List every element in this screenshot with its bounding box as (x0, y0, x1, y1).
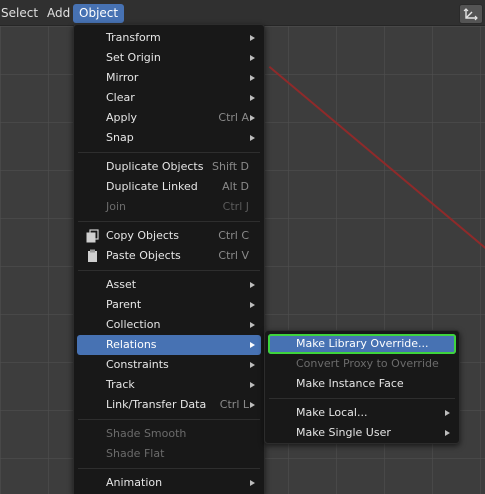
menu-separator (78, 270, 260, 271)
menu-item-convert-proxy-to-override: Convert Proxy to Override (268, 354, 456, 374)
menu-item-shortcut: Ctrl J (222, 200, 249, 213)
menu-item-label: Clear (106, 91, 135, 104)
submenu-arrow-icon (250, 135, 255, 141)
menu-item-make-library-override[interactable]: Make Library Override... (268, 334, 456, 354)
menu-item-duplicate-linked[interactable]: Duplicate Linked Alt D (77, 177, 261, 197)
menu-item-asset[interactable]: Asset (77, 275, 261, 295)
relations-submenu: Make Library Override... Convert Proxy t… (264, 330, 460, 444)
menu-item-label: Asset (106, 278, 137, 291)
submenu-arrow-icon (250, 95, 255, 101)
menu-separator (269, 398, 455, 399)
menu-item-relations[interactable]: Relations (77, 335, 261, 355)
object-menu[interactable]: Object (73, 4, 125, 23)
menu-item-label: Shade Flat (106, 447, 165, 460)
submenu-arrow-icon (250, 480, 255, 486)
select-menu[interactable]: Select (0, 4, 43, 23)
menu-separator (78, 419, 260, 420)
axes-gizmo-icon (463, 8, 478, 21)
menu-item-label: Make Local... (296, 406, 368, 419)
menu-item-label: Set Origin (106, 51, 161, 64)
paste-icon (88, 249, 97, 262)
menu-item-label: Make Library Override... (296, 337, 429, 350)
menu-item-label: Make Single User (296, 426, 391, 439)
menu-item-apply[interactable]: Apply Ctrl A (77, 108, 261, 128)
menu-item-shortcut: Alt D (222, 180, 249, 193)
menu-item-label: Animation (106, 476, 163, 489)
menu-item-track[interactable]: Track (77, 375, 261, 395)
menu-item-mirror[interactable]: Mirror (77, 68, 261, 88)
menu-item-label: Mirror (106, 71, 139, 84)
menu-separator (78, 468, 260, 469)
submenu-arrow-icon (445, 410, 450, 416)
viewport-header: Select Add Object (0, 0, 485, 26)
menu-item-label: Snap (106, 131, 134, 144)
submenu-arrow-icon (250, 402, 255, 408)
submenu-arrow-icon (250, 362, 255, 368)
menu-item-link-transfer-data[interactable]: Link/Transfer Data Ctrl L (77, 395, 261, 415)
menu-item-make-local[interactable]: Make Local... (268, 403, 456, 423)
menu-item-label: Shade Smooth (106, 427, 187, 440)
menu-separator (78, 221, 260, 222)
x-axis-line (268, 66, 485, 325)
menu-item-label: Duplicate Objects (106, 160, 204, 173)
menu-item-clear[interactable]: Clear (77, 88, 261, 108)
menu-item-shortcut: Ctrl A (218, 111, 249, 124)
menu-item-shade-smooth: Shade Smooth (77, 424, 261, 444)
menu-item-label: Relations (106, 338, 157, 351)
menu-item-label: Apply (106, 111, 138, 124)
menu-item-join: Join Ctrl J (77, 197, 261, 217)
menu-item-snap[interactable]: Snap (77, 128, 261, 148)
menu-item-label: Constraints (106, 358, 169, 371)
submenu-arrow-icon (250, 35, 255, 41)
menu-item-copy-objects[interactable]: Copy Objects Ctrl C (77, 226, 261, 246)
menu-item-label: Link/Transfer Data (106, 398, 207, 411)
menu-item-collection[interactable]: Collection (77, 315, 261, 335)
menu-item-constraints[interactable]: Constraints (77, 355, 261, 375)
menu-item-transform[interactable]: Transform (77, 28, 261, 48)
menu-item-label: Join (106, 200, 127, 213)
submenu-arrow-icon (445, 430, 450, 436)
menu-item-make-single-user[interactable]: Make Single User (268, 423, 456, 443)
menu-item-label: Copy Objects (106, 229, 179, 242)
menu-item-make-instance-face[interactable]: Make Instance Face (268, 374, 456, 394)
menu-item-shortcut: Ctrl C (218, 229, 249, 242)
object-dropdown-menu: Transform Set Origin Mirror Clear Apply … (73, 24, 265, 494)
menu-item-set-origin[interactable]: Set Origin (77, 48, 261, 68)
menu-separator (78, 152, 260, 153)
menu-item-label: Paste Objects (106, 249, 181, 262)
menu-item-label: Collection (106, 318, 161, 331)
menu-item-duplicate-objects[interactable]: Duplicate Objects Shift D (77, 157, 261, 177)
submenu-arrow-icon (250, 282, 255, 288)
menu-item-shade-flat: Shade Flat (77, 444, 261, 464)
menu-item-label: Duplicate Linked (106, 180, 198, 193)
submenu-arrow-icon (250, 302, 255, 308)
submenu-arrow-icon (250, 55, 255, 61)
copy-icon (86, 229, 99, 243)
axes-gizmo-button[interactable] (459, 4, 483, 24)
menu-item-label: Convert Proxy to Override (296, 357, 439, 370)
menu-item-label: Transform (106, 31, 161, 44)
add-menu[interactable]: Add (42, 4, 75, 23)
submenu-arrow-icon (250, 115, 255, 121)
submenu-arrow-icon (250, 75, 255, 81)
menu-item-shortcut: Shift D (212, 160, 249, 173)
menu-item-parent[interactable]: Parent (77, 295, 261, 315)
menu-item-label: Make Instance Face (296, 377, 404, 390)
submenu-arrow-icon (250, 382, 255, 388)
menu-item-label: Parent (106, 298, 142, 311)
menu-item-label: Track (106, 378, 135, 391)
menu-item-shortcut: Ctrl L (219, 398, 249, 411)
submenu-arrow-icon (250, 322, 255, 328)
menu-item-paste-objects[interactable]: Paste Objects Ctrl V (77, 246, 261, 266)
submenu-arrow-icon (250, 342, 255, 348)
menu-item-shortcut: Ctrl V (218, 249, 249, 262)
menu-item-animation[interactable]: Animation (77, 473, 261, 493)
